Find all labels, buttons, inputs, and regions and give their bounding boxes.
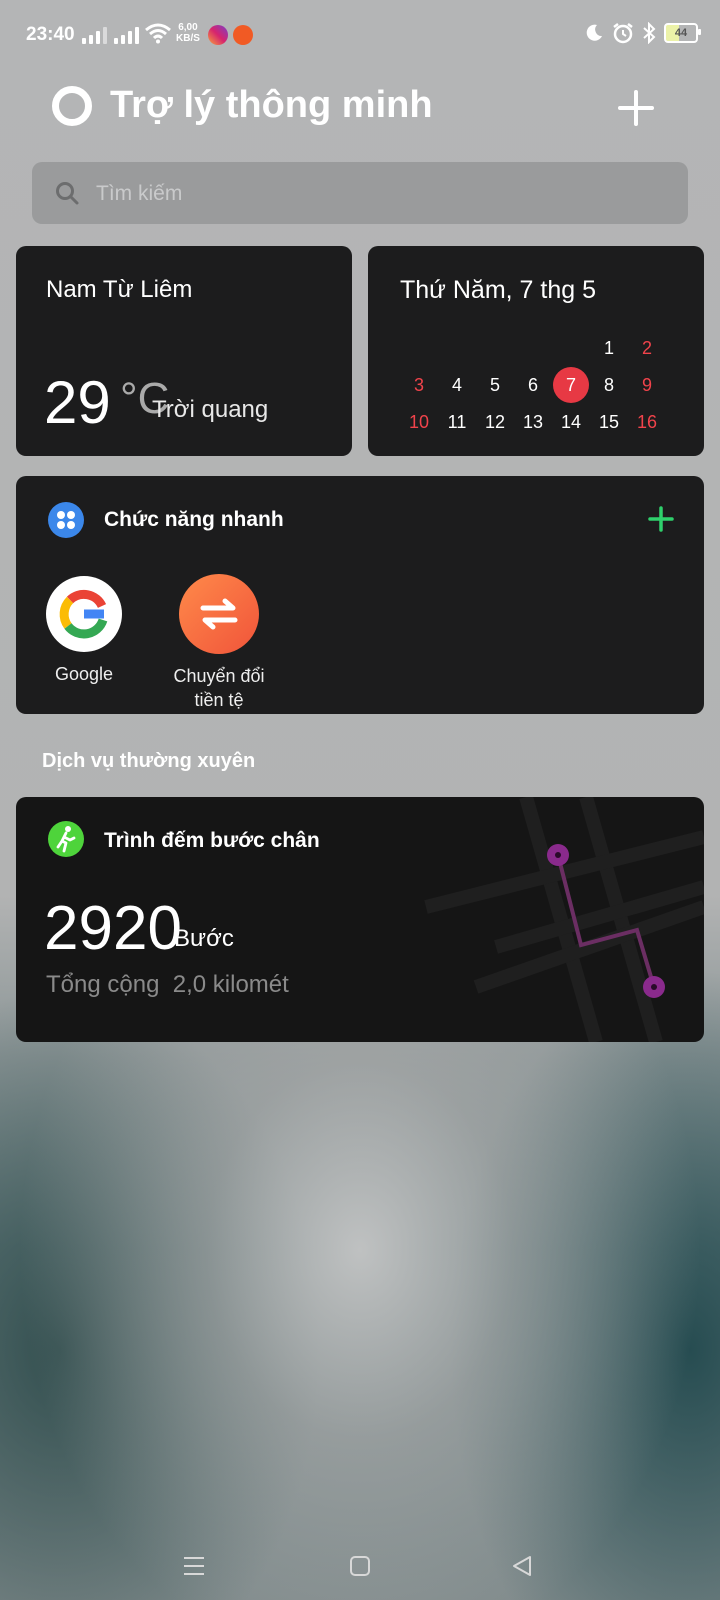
battery-icon: 44 bbox=[664, 23, 701, 43]
bluetooth-icon bbox=[643, 22, 656, 44]
quick-app-google[interactable]: Google bbox=[44, 576, 124, 686]
calendar-day-number: 9 bbox=[641, 375, 652, 395]
calendar-day-empty bbox=[476, 330, 514, 367]
calendar-week-row: 12 bbox=[400, 330, 690, 367]
step-total-label: Tổng cộng bbox=[46, 971, 160, 998]
calendar-day-number: 13 bbox=[522, 412, 544, 432]
google-icon bbox=[46, 576, 122, 652]
weather-card[interactable]: Nam Từ Liêm 29 °C Trời quang bbox=[16, 246, 352, 456]
home-nav-icon[interactable] bbox=[348, 1554, 372, 1578]
calendar-day-number: 14 bbox=[560, 412, 582, 432]
add-widget-button[interactable] bbox=[614, 86, 658, 130]
section-title: Dịch vụ thường xuyên bbox=[42, 750, 256, 772]
step-distance: 2,0 kilomét bbox=[172, 971, 289, 998]
calendar-day-number: 1 bbox=[603, 338, 614, 358]
weather-temperature: 29 bbox=[44, 369, 111, 436]
calendar-day: 9 bbox=[628, 367, 666, 404]
calendar-day-number: 15 bbox=[598, 412, 620, 432]
calendar-day-empty bbox=[514, 330, 552, 367]
calendar-day-number: 7 bbox=[565, 375, 576, 395]
weather-condition: Trời quang bbox=[152, 396, 269, 423]
back-nav-icon[interactable] bbox=[510, 1554, 534, 1578]
calendar-day-today: 7 bbox=[552, 367, 590, 404]
step-total: Tổng cộng 2,0 kilomét bbox=[46, 971, 289, 999]
calendar-day-number: 4 bbox=[451, 375, 462, 395]
calendar-day-number: 3 bbox=[413, 375, 424, 395]
calendar-day-number: 16 bbox=[636, 412, 658, 432]
weather-location: Nam Từ Liêm bbox=[46, 276, 193, 303]
add-quick-function-button[interactable] bbox=[646, 504, 676, 534]
calendar-day: 15 bbox=[590, 404, 628, 441]
calendar-day: 1 bbox=[590, 330, 628, 367]
quick-app-currency-label-line2: tiền tệ bbox=[194, 690, 244, 710]
calendar-week-row: 3 4 5 6 7 8 9 bbox=[400, 367, 690, 404]
quick-app-currency-label-line1: Chuyển đổi bbox=[173, 666, 265, 686]
status-time: 23:40 bbox=[26, 24, 75, 45]
calendar-day-number: 10 bbox=[408, 412, 430, 432]
step-counter-card[interactable]: Trình đếm bước chân 2920 Bước Tổng cộng … bbox=[16, 797, 704, 1042]
signal-icon-sim1 bbox=[82, 26, 107, 44]
calendar-day: 16 bbox=[628, 404, 666, 441]
route-map-illustration bbox=[424, 797, 704, 1042]
calendar-day: 4 bbox=[438, 367, 476, 404]
calendar-day-number: 5 bbox=[489, 375, 500, 395]
calendar-day: 11 bbox=[438, 404, 476, 441]
notification-app-icon bbox=[233, 25, 253, 45]
calendar-day-empty bbox=[438, 330, 476, 367]
assistant-logo-icon bbox=[52, 85, 92, 126]
step-unit: Bước bbox=[174, 925, 234, 952]
step-count: 2920 bbox=[44, 894, 182, 963]
currency-exchange-icon bbox=[179, 574, 259, 654]
calendar-date: Thứ Năm, 7 thg 5 bbox=[400, 276, 596, 304]
network-speed: 6,00 KB/S bbox=[176, 22, 200, 44]
search-input[interactable]: Tìm kiếm bbox=[32, 162, 688, 224]
calendar-day-number: 8 bbox=[603, 375, 614, 395]
navigation-bar bbox=[0, 1540, 720, 1600]
network-speed-value: 6,00 bbox=[178, 22, 198, 33]
page-title: Trợ lý thông minh bbox=[110, 84, 433, 126]
calendar-day-number: 12 bbox=[484, 412, 506, 432]
calendar-day: 14 bbox=[552, 404, 590, 441]
status-bar: 23:40 6,00 KB/S 44 bbox=[0, 0, 720, 72]
battery-level: 44 bbox=[674, 27, 688, 39]
quick-functions-card: Chức năng nhanh Google Chuyển đổi tiền t… bbox=[16, 476, 704, 714]
quick-app-currency-converter[interactable]: Chuyển đổi tiền tệ bbox=[164, 574, 274, 712]
quick-app-google-label: Google bbox=[54, 664, 114, 684]
calendar-day-empty bbox=[400, 330, 438, 367]
calendar-grid: 1 2 3 4 5 6 7 8 9 10 11 12 13 14 15 16 bbox=[400, 330, 690, 441]
wifi-icon bbox=[145, 23, 171, 44]
search-placeholder: Tìm kiếm bbox=[96, 182, 183, 205]
calendar-day: 13 bbox=[514, 404, 552, 441]
moon-icon bbox=[586, 24, 602, 41]
calendar-day-number: 2 bbox=[641, 338, 652, 358]
calendar-week-row: 10 11 12 13 14 15 16 bbox=[400, 404, 690, 441]
quick-functions-icon bbox=[48, 502, 84, 538]
network-speed-unit: KB/S bbox=[176, 33, 200, 44]
calendar-day: 5 bbox=[476, 367, 514, 404]
walking-icon bbox=[48, 821, 84, 857]
calendar-day-empty bbox=[552, 330, 590, 367]
calendar-day: 3 bbox=[400, 367, 438, 404]
page-header: Trợ lý thông minh bbox=[52, 84, 433, 127]
calendar-day: 6 bbox=[514, 367, 552, 404]
signal-icon-sim2 bbox=[114, 26, 139, 44]
calendar-day: 2 bbox=[628, 330, 666, 367]
calendar-card[interactable]: Thứ Năm, 7 thg 5 1 2 3 4 5 6 7 8 9 10 11 12 13 14 15 16 bbox=[368, 246, 704, 456]
step-counter-title: Trình đếm bước chân bbox=[104, 829, 320, 852]
calendar-day: 12 bbox=[476, 404, 514, 441]
search-icon bbox=[56, 182, 79, 205]
menu-nav-icon[interactable] bbox=[182, 1554, 206, 1578]
calendar-day: 10 bbox=[400, 404, 438, 441]
calendar-day-number: 11 bbox=[447, 412, 467, 432]
instagram-icon bbox=[208, 25, 228, 45]
calendar-day: 8 bbox=[590, 367, 628, 404]
calendar-day-number: 6 bbox=[527, 375, 538, 395]
quick-functions-title: Chức năng nhanh bbox=[104, 508, 284, 531]
alarm-icon bbox=[613, 23, 633, 44]
